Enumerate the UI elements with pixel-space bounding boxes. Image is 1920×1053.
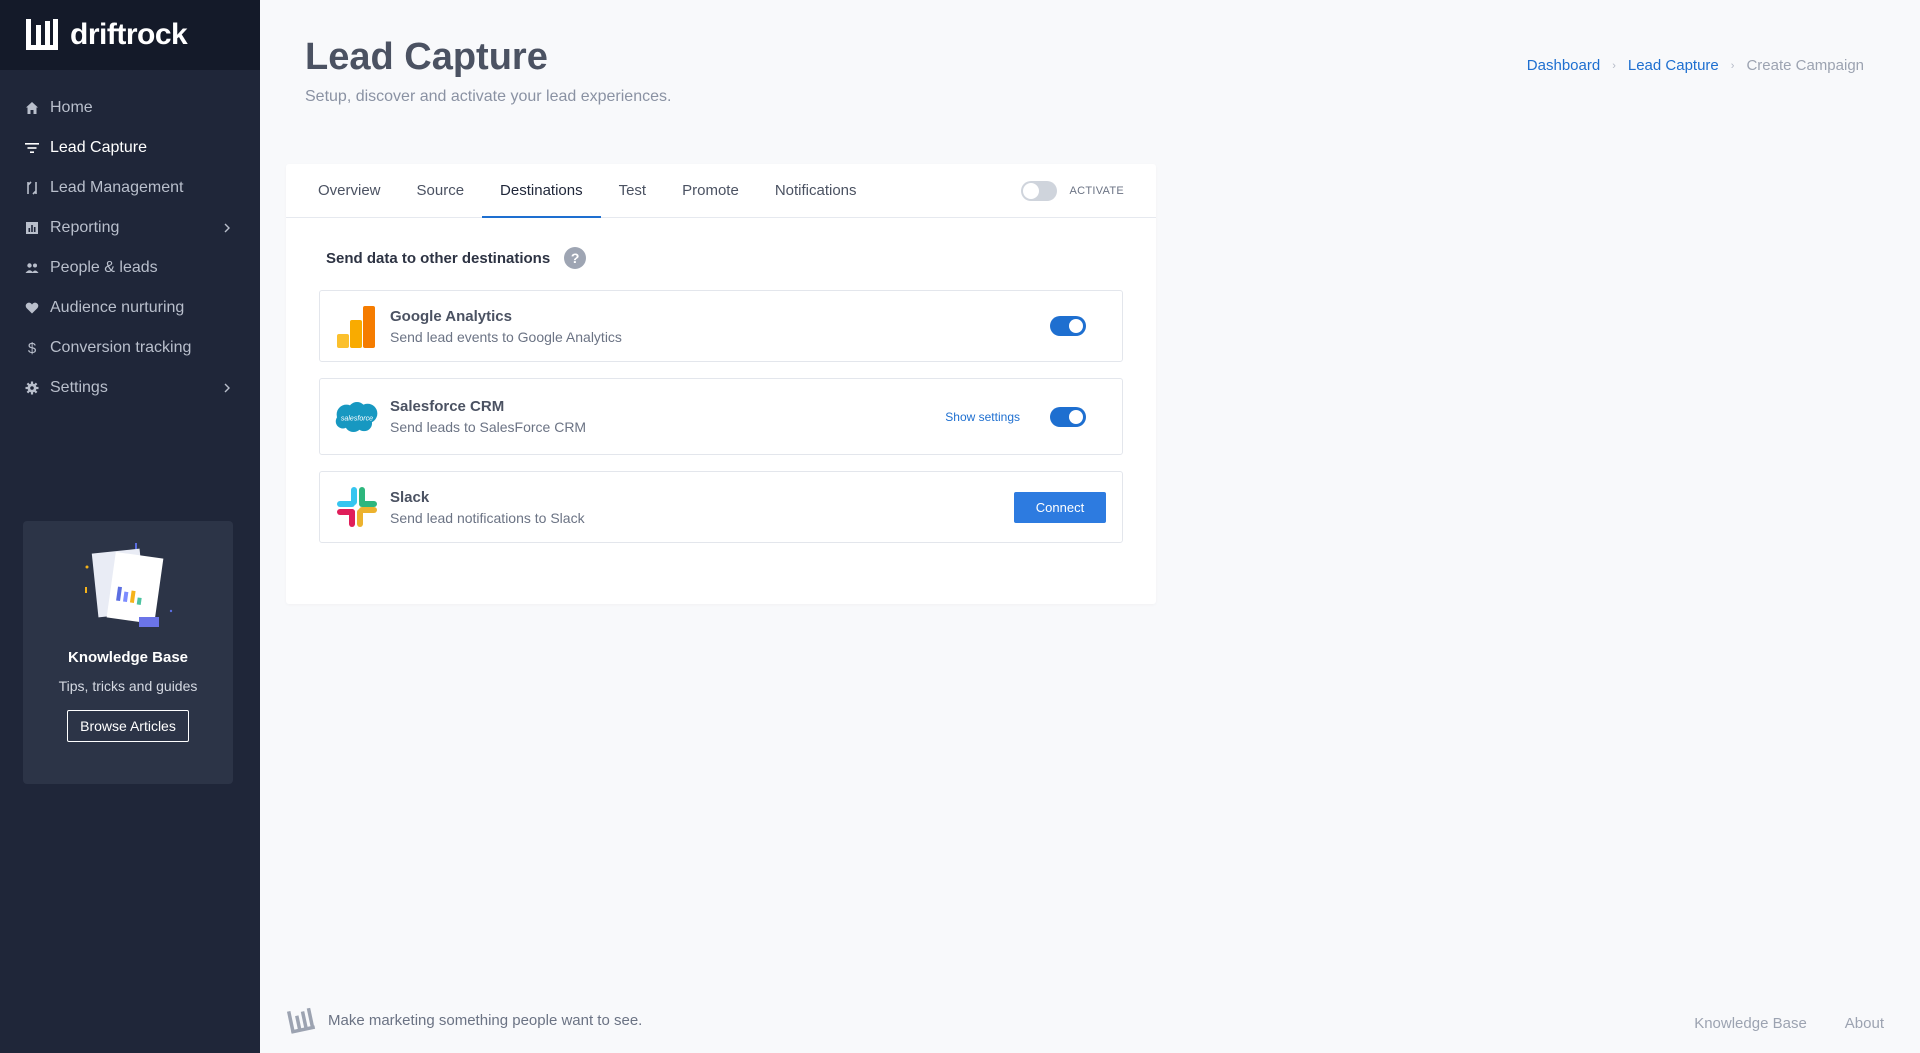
heart-icon [24,300,40,316]
section-title: Send data to other destinations ? [326,247,587,269]
footer-tagline: Make marketing something people want to … [328,1011,643,1029]
destination-description: Send lead notifications to Slack [390,509,585,526]
chevron-right-icon [224,223,230,233]
sidebar-item-label: Conversion tracking [50,339,192,356]
page-subtitle: Setup, discover and activate your lead e… [305,88,672,105]
sidebar-item-settings[interactable]: Settings [0,368,260,408]
sidebar-item-label: Home [50,99,93,116]
sidebar-item-label: People & leads [50,259,158,276]
show-settings-link[interactable]: Show settings [945,410,1020,424]
chevron-right-icon: › [1612,59,1616,72]
destination-description: Send leads to SalesForce CRM [390,419,587,435]
home-icon [24,100,40,116]
google-analytics-icon [334,303,380,349]
destination-google-analytics: Google Analytics Send lead events to Goo… [319,290,1123,362]
destination-actions: Show settings [945,406,1086,427]
destinations-panel: Overview Source Destinations Test Promot… [286,164,1156,604]
page-title: Lead Capture [305,36,548,78]
destination-text: Salesforce CRM Send leads to SalesForce … [390,398,945,435]
sidebar-item-lead-capture[interactable]: Lead Capture [0,128,260,168]
chart-icon [24,220,40,236]
chevron-right-icon [224,383,230,393]
salesforce-toggle[interactable] [1050,406,1086,427]
sidebar-item-home[interactable]: Home [0,88,260,128]
destination-name: Google Analytics [390,307,512,325]
people-icon [24,260,40,276]
filter-icon [24,140,40,156]
driftrock-logo-icon [26,19,58,50]
sidebar-item-people-leads[interactable]: People & leads [0,248,260,288]
chevron-right-icon: › [1730,59,1735,72]
slack-connect-button[interactable]: Connect [1014,491,1106,523]
footer-links: Knowledge Base About [1656,1015,1884,1032]
breadcrumb: Dashboard › Lead Capture › Create Campai… [1527,57,1864,74]
destination-actions [1050,316,1086,336]
breadcrumb-dashboard[interactable]: Dashboard [1527,57,1600,74]
tab-overview[interactable]: Overview [300,164,399,217]
salesforce-icon: salesforce [334,394,380,440]
footer-link-about[interactable]: About [1845,1015,1884,1032]
browse-articles-button[interactable]: Browse Articles [67,710,189,742]
knowledge-base-subtitle: Tips, tricks and guides [58,678,198,694]
knowledge-base-card: Knowledge Base Tips, tricks and guides B… [23,521,233,784]
sidebar-nav: Home Lead Capture Lead Management Report… [0,88,260,408]
activate-control: ACTIVATE [1021,181,1124,201]
footer-tagline-area: Make marketing something people want to … [286,1006,642,1034]
gear-icon [24,380,40,396]
campaign-tabs: Overview Source Destinations Test Promot… [286,164,1156,218]
tab-test[interactable]: Test [601,164,665,217]
tab-notifications[interactable]: Notifications [757,164,875,217]
sidebar-item-label: Reporting [50,219,120,236]
tab-promote[interactable]: Promote [664,164,757,217]
sidebar-item-label: Audience nurturing [50,299,185,316]
destination-text: Google Analytics Send lead events to Goo… [390,308,1050,345]
slack-icon [334,484,380,530]
knowledge-base-title: Knowledge Base [67,649,189,666]
management-icon [24,180,40,196]
activate-toggle[interactable] [1021,181,1058,201]
sidebar-item-label: Lead Management [50,179,184,196]
sidebar: driftrock Home Lead Capture Lead Managem… [0,0,260,1053]
destination-salesforce: salesforce Salesforce CRM Send leads to … [319,378,1123,455]
breadcrumb-lead-capture[interactable]: Lead Capture [1628,57,1719,74]
help-icon[interactable]: ? [564,247,587,269]
destination-slack: Slack Send lead notifications to Slack C… [319,471,1123,543]
sidebar-item-audience-nurturing[interactable]: Audience nurturing [0,288,260,328]
brand-name: driftrock [70,18,188,51]
logo-bar[interactable]: driftrock [0,0,260,70]
footer-link-knowledge-base[interactable]: Knowledge Base [1694,1015,1807,1032]
google-analytics-toggle[interactable] [1050,316,1086,336]
salesforce-icon-text: salesforce [341,415,373,422]
sidebar-item-lead-management[interactable]: Lead Management [0,168,260,208]
breadcrumb-current: Create Campaign [1746,57,1864,74]
sidebar-item-reporting[interactable]: Reporting [0,208,260,248]
destination-name: Slack [390,488,430,506]
destination-text: Slack Send lead notifications to Slack [390,489,1014,526]
dollar-icon: $ [27,339,37,357]
activate-label: ACTIVATE [1069,185,1124,197]
driftrock-footer-logo-icon [286,1007,316,1034]
tab-source[interactable]: Source [399,164,483,217]
sidebar-item-conversion-tracking[interactable]: $ Conversion tracking [0,328,260,368]
sidebar-item-label: Settings [50,379,108,396]
documents-illustration-icon [85,543,173,627]
sidebar-item-label: Lead Capture [50,139,147,156]
destination-description: Send lead events to Google Analytics [390,328,622,345]
section-title-text: Send data to other destinations [326,249,551,267]
tab-destinations[interactable]: Destinations [482,164,601,218]
destination-name: Salesforce CRM [390,398,505,415]
destination-actions: Connect [1014,491,1106,523]
